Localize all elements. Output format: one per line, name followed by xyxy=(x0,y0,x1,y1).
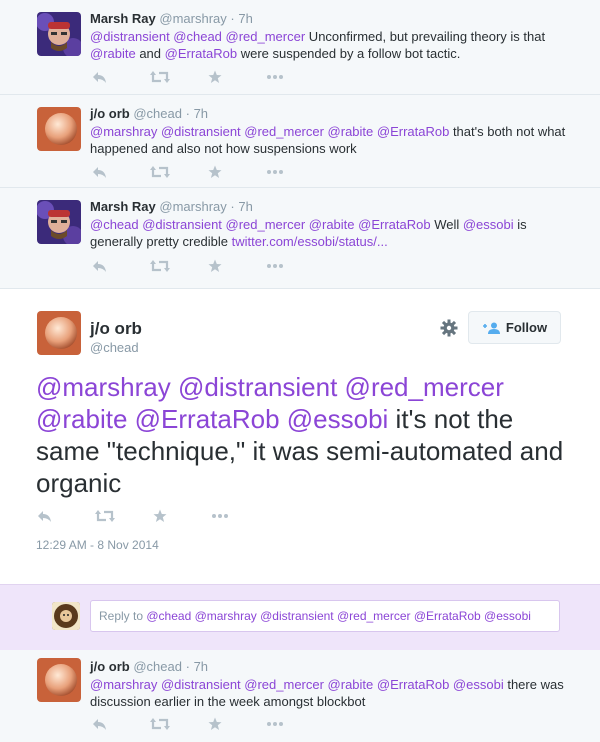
reply-icon[interactable] xyxy=(92,164,150,180)
tweet-body: Marsh Ray @marshray · 7h @chead @distran… xyxy=(90,199,576,250)
tweet-time[interactable]: 7h xyxy=(194,106,208,121)
author-handle[interactable]: @marshray xyxy=(159,199,226,214)
author-name[interactable]: j/o orb xyxy=(90,319,142,339)
mention-links[interactable]: @marshray @distransient @red_mercer @rab… xyxy=(90,677,504,692)
favorite-icon[interactable] xyxy=(153,508,211,524)
more-icon[interactable] xyxy=(266,258,324,274)
tweet-time[interactable]: 7h xyxy=(238,199,252,214)
favorite-icon[interactable] xyxy=(208,716,266,732)
favorite-icon[interactable] xyxy=(208,69,266,85)
retweet-icon[interactable] xyxy=(150,258,208,274)
author-name[interactable]: j/o orb xyxy=(90,659,130,674)
gear-icon[interactable] xyxy=(440,319,458,337)
avatar-chead[interactable] xyxy=(37,658,81,702)
mention-link[interactable]: @rabite xyxy=(90,46,136,61)
author-name[interactable]: Marsh Ray xyxy=(90,199,156,214)
tweet-header: Marsh Ray @marshray · 7h xyxy=(90,199,576,215)
tweet-actions xyxy=(92,69,324,85)
tweet-body: Marsh Ray @marshray · 7h @distransient @… xyxy=(90,11,576,62)
tweet-timestamp[interactable]: 12:29 AM - 8 Nov 2014 xyxy=(36,538,159,552)
follow-label: Follow xyxy=(505,320,548,335)
tweet-text: @marshray @distransient @red_mercer @rab… xyxy=(90,676,576,710)
reply-input[interactable]: Reply to @chead @marshray @distransient … xyxy=(90,600,560,632)
avatar-chead[interactable] xyxy=(37,107,81,151)
tweet-1[interactable]: Marsh Ray @marshray · 7h @distransient @… xyxy=(0,0,600,95)
tweet-body: j/o orb @chead · 7h @marshray @distransi… xyxy=(90,106,576,157)
add-user-icon xyxy=(482,322,500,334)
reply-mentions: @chead @marshray @distransient @red_merc… xyxy=(146,609,531,623)
favorite-icon[interactable] xyxy=(208,258,266,274)
tweet-actions xyxy=(92,164,324,180)
follow-button[interactable]: Follow xyxy=(468,311,561,344)
mention-links[interactable]: @chead @distransient @red_mercer @rabite… xyxy=(90,217,431,232)
tweet-actions xyxy=(92,716,324,732)
tweet-3[interactable]: Marsh Ray @marshray · 7h @chead @distran… xyxy=(0,188,600,289)
retweet-icon[interactable] xyxy=(95,508,153,524)
reply-icon[interactable] xyxy=(92,716,150,732)
tweet-text: @marshray @distransient @red_mercer @rab… xyxy=(90,123,576,157)
mention-link[interactable]: @essobi xyxy=(463,217,514,232)
tweet-actions xyxy=(37,508,269,524)
mention-links[interactable]: @distransient @chead @red_mercer xyxy=(90,29,305,44)
reply-icon[interactable] xyxy=(37,508,95,524)
separator: · xyxy=(230,11,235,26)
separator: · xyxy=(230,199,235,214)
favorite-icon[interactable] xyxy=(208,164,266,180)
more-icon[interactable] xyxy=(211,508,269,524)
separator: · xyxy=(185,106,190,121)
tweet-2[interactable]: j/o orb @chead · 7h @marshray @distransi… xyxy=(0,95,600,188)
author-handle[interactable]: @chead xyxy=(90,340,139,355)
separator: · xyxy=(185,659,190,674)
tweet-body: j/o orb @chead · 7h @marshray @distransi… xyxy=(90,659,576,710)
avatar-chead[interactable] xyxy=(37,311,81,355)
mention-link[interactable]: @ErrataRob xyxy=(165,46,237,61)
author-handle[interactable]: @marshray xyxy=(159,11,226,26)
url-link[interactable]: twitter.com/essobi/status/... xyxy=(232,234,388,249)
reply-icon[interactable] xyxy=(92,69,150,85)
text-part: Unconfirmed, but prevailing theory is th… xyxy=(305,29,546,44)
retweet-icon[interactable] xyxy=(150,69,208,85)
text-part: and xyxy=(135,46,165,61)
more-icon[interactable] xyxy=(266,69,324,85)
tweet-text: @distransient @chead @red_mercer Unconfi… xyxy=(90,28,576,62)
tweet-header: Marsh Ray @marshray · 7h xyxy=(90,11,576,27)
main-tweet: j/o orb @chead Follow @marshray @distran… xyxy=(0,289,600,584)
author-handle[interactable]: @chead xyxy=(133,659,182,674)
mention-links[interactable]: @marshray @distransient @red_mercer @rab… xyxy=(90,124,449,139)
avatar-marshray[interactable] xyxy=(37,12,81,56)
tweet-time[interactable]: 7h xyxy=(194,659,208,674)
retweet-icon[interactable] xyxy=(150,164,208,180)
reply-prefix: Reply to xyxy=(99,609,147,623)
reply-bar: Reply to @chead @marshray @distransient … xyxy=(0,584,600,651)
tweet-4[interactable]: j/o orb @chead · 7h @marshray @distransi… xyxy=(0,650,600,742)
more-icon[interactable] xyxy=(266,716,324,732)
tweet-header: j/o orb @chead · 7h xyxy=(90,106,576,122)
text-part: were suspended by a follow bot tactic. xyxy=(237,46,461,61)
tweet-time[interactable]: 7h xyxy=(238,11,252,26)
more-icon[interactable] xyxy=(266,164,324,180)
author-handle[interactable]: @chead xyxy=(133,106,182,121)
reply-icon[interactable] xyxy=(92,258,150,274)
author-name[interactable]: Marsh Ray xyxy=(90,11,156,26)
main-tweet-text: @marshray @distransient @red_mercer @rab… xyxy=(36,371,576,499)
text-part: Well xyxy=(430,217,463,232)
retweet-icon[interactable] xyxy=(150,716,208,732)
author-name[interactable]: j/o orb xyxy=(90,106,130,121)
tweet-header: j/o orb @chead · 7h xyxy=(90,659,576,675)
avatar-marshray[interactable] xyxy=(37,200,81,244)
avatar-current-user xyxy=(52,602,80,630)
tweet-text: @chead @distransient @red_mercer @rabite… xyxy=(90,216,576,250)
tweet-actions xyxy=(92,258,324,274)
